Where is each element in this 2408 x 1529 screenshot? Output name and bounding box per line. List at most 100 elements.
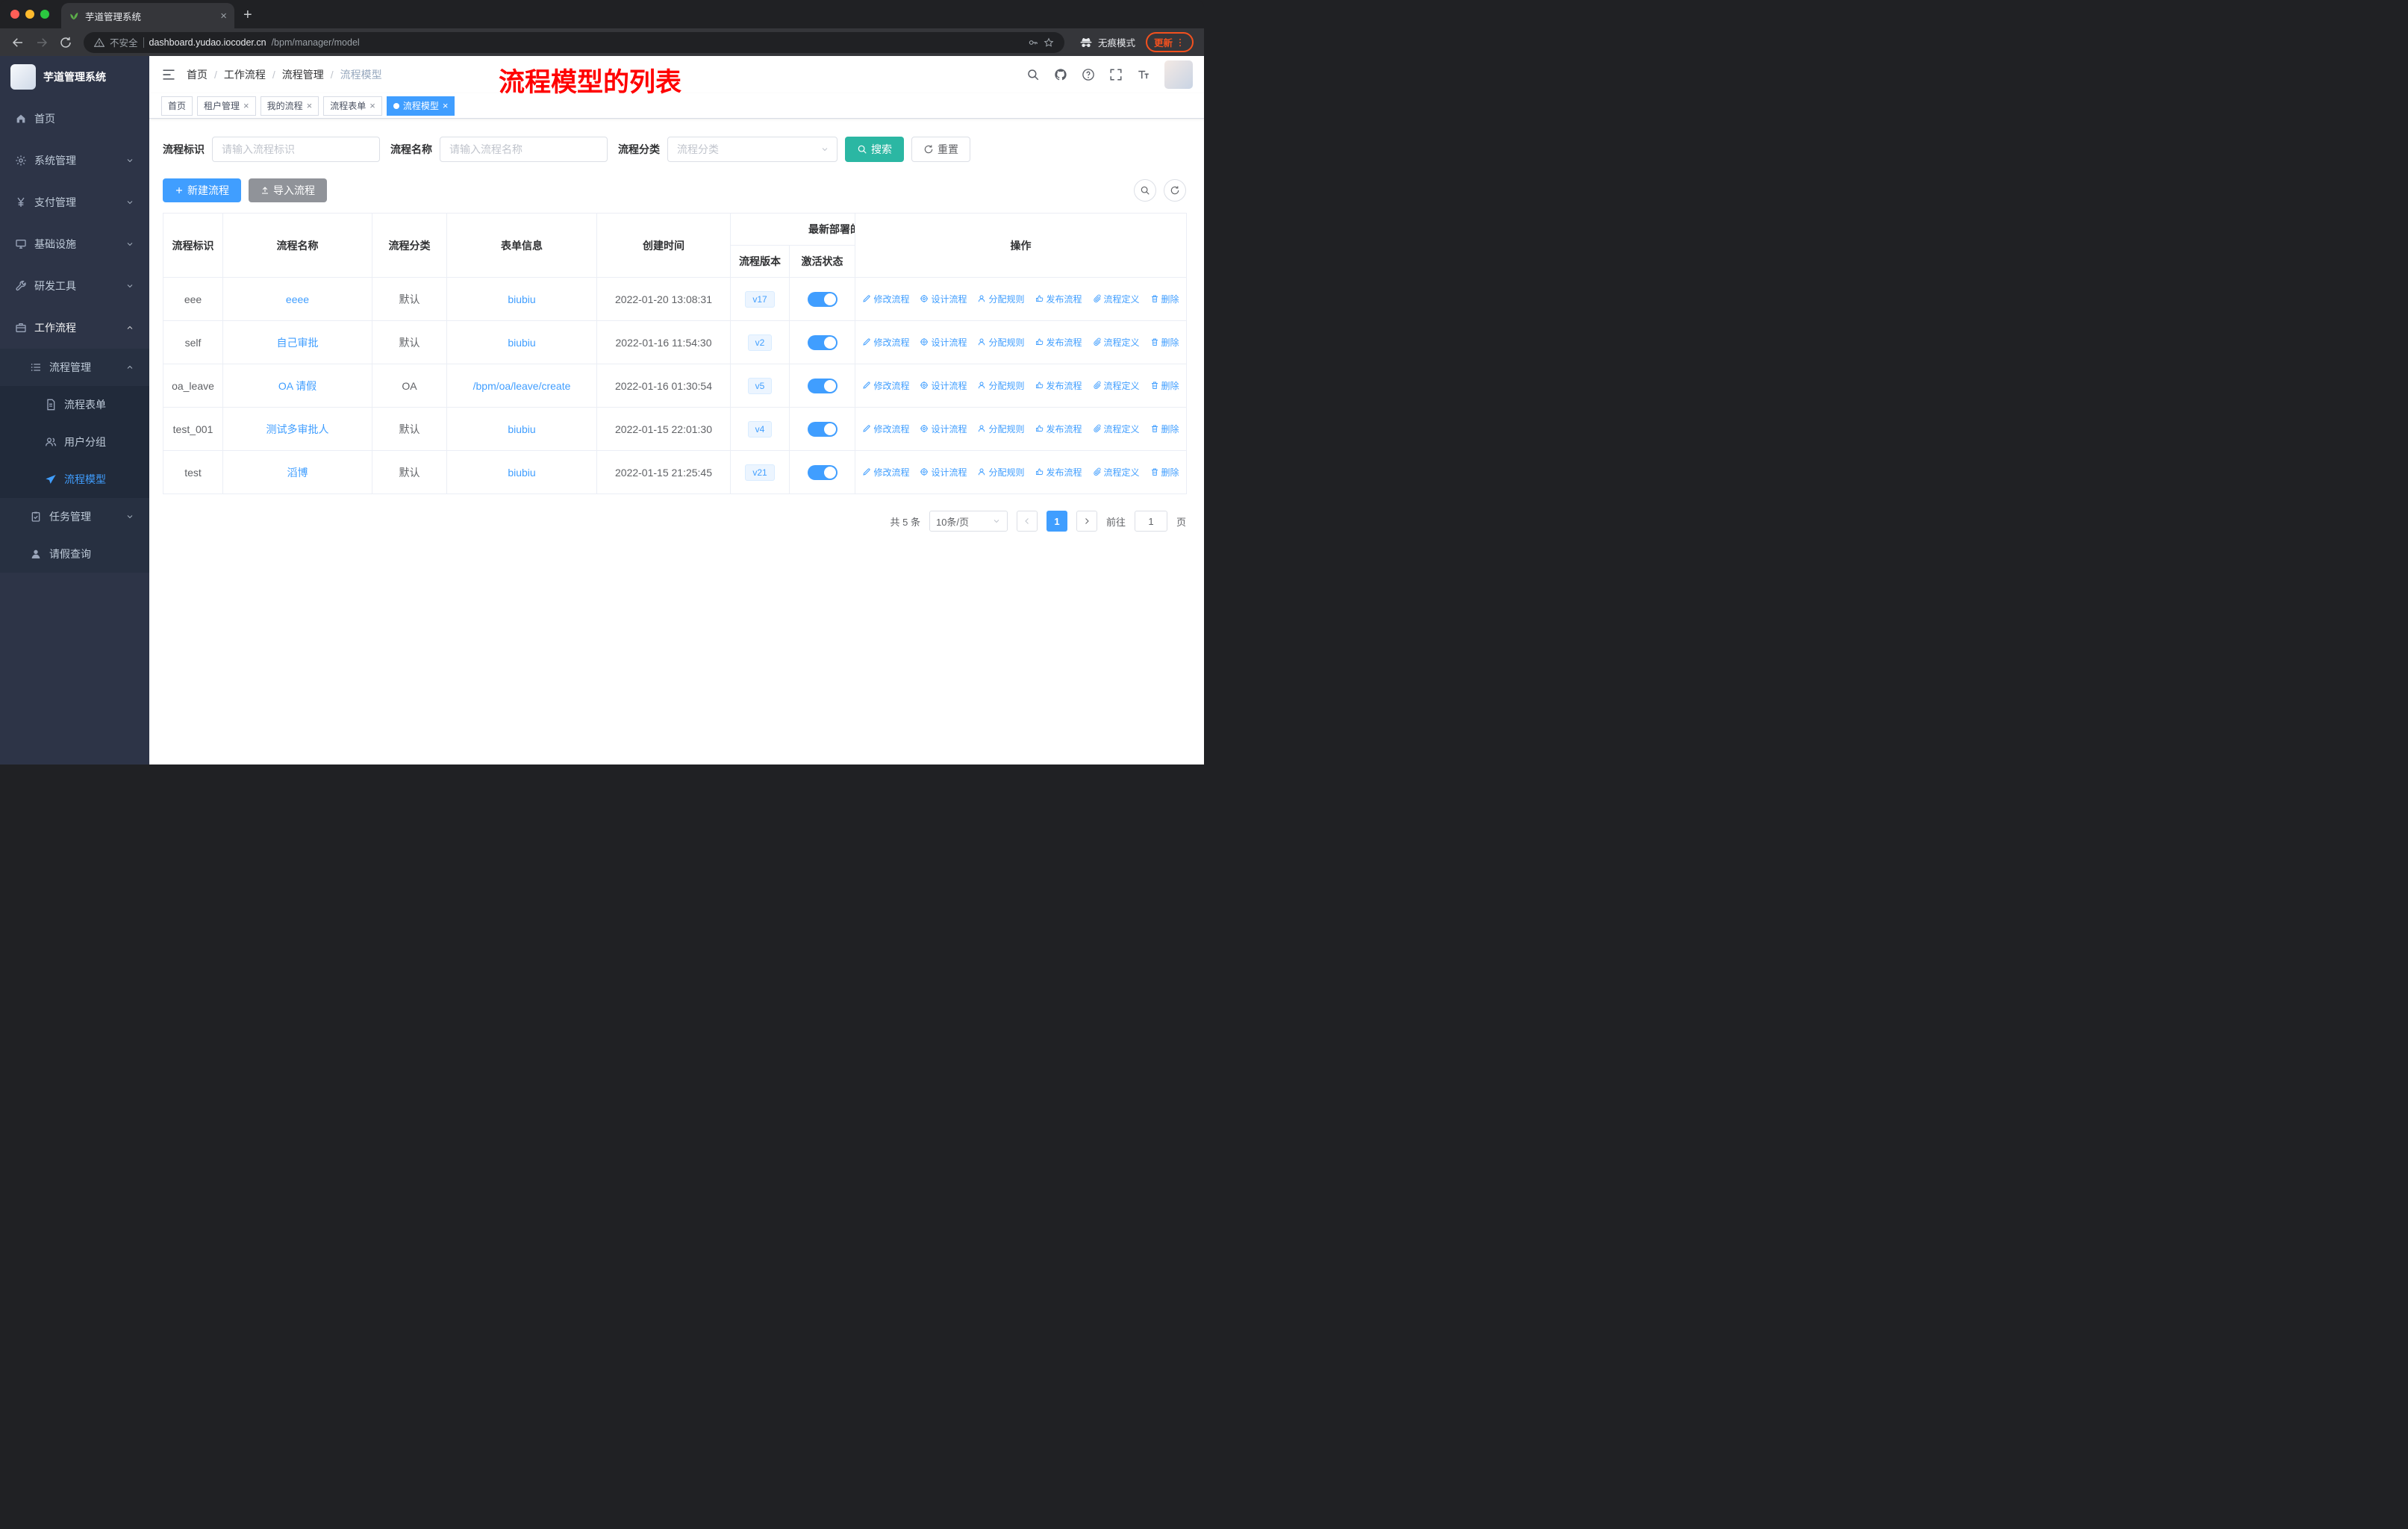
prev-page-button[interactable] bbox=[1016, 511, 1038, 532]
bookmark-star-icon[interactable] bbox=[1044, 37, 1054, 48]
sidebar-item-task-management[interactable]: 任务管理 bbox=[0, 498, 149, 535]
sidebar-item-workflow[interactable]: 工作流程 bbox=[0, 307, 149, 349]
tag-process-form[interactable]: 流程表单 × bbox=[323, 96, 382, 116]
goto-page-input[interactable] bbox=[1134, 511, 1167, 532]
breadcrumb-item[interactable]: 工作流程 bbox=[224, 67, 266, 82]
action-design-link[interactable]: 设计流程 bbox=[920, 379, 967, 392]
action-design-link[interactable]: 设计流程 bbox=[920, 293, 967, 305]
action-assign-link[interactable]: 分配规则 bbox=[977, 423, 1025, 435]
action-design-link[interactable]: 设计流程 bbox=[920, 423, 967, 435]
tag-my-process[interactable]: 我的流程 × bbox=[260, 96, 319, 116]
active-toggle[interactable] bbox=[807, 464, 838, 480]
sidebar-item-leave-query[interactable]: 请假查询 bbox=[0, 535, 149, 573]
sidebar-item-system[interactable]: 系统管理 bbox=[0, 140, 149, 181]
sidebar-item-process-form[interactable]: 流程表单 bbox=[0, 386, 149, 423]
action-delete-link[interactable]: 删除 bbox=[1150, 336, 1179, 349]
action-definition-link[interactable]: 流程定义 bbox=[1093, 379, 1140, 392]
github-icon[interactable] bbox=[1054, 68, 1067, 81]
version-tag[interactable]: v21 bbox=[745, 464, 775, 481]
action-design-link[interactable]: 设计流程 bbox=[920, 336, 967, 349]
sidebar-item-user-group[interactable]: 用户分组 bbox=[0, 423, 149, 461]
category-select[interactable]: 流程分类 bbox=[667, 137, 838, 162]
browser-menu-icon[interactable] bbox=[1175, 37, 1185, 48]
back-button[interactable] bbox=[7, 32, 28, 53]
search-icon[interactable] bbox=[1026, 68, 1040, 81]
toggle-search-button[interactable] bbox=[1134, 179, 1156, 202]
sidebar-item-payment[interactable]: 支付管理 bbox=[0, 181, 149, 223]
action-edit-link[interactable]: 修改流程 bbox=[862, 466, 909, 479]
version-tag[interactable]: v17 bbox=[745, 290, 775, 308]
page-size-select[interactable]: 10条/页 bbox=[929, 511, 1008, 532]
menu-fold-icon[interactable] bbox=[161, 67, 176, 82]
tag-close-icon[interactable]: × bbox=[443, 101, 449, 110]
process-name-link[interactable]: 自己审批 bbox=[277, 337, 319, 349]
tag-process-model[interactable]: 流程模型 × bbox=[386, 96, 455, 116]
password-key-icon[interactable] bbox=[1028, 37, 1038, 48]
action-assign-link[interactable]: 分配规则 bbox=[977, 293, 1025, 305]
sidebar-item-home[interactable]: 首页 bbox=[0, 98, 149, 140]
browser-tab-active[interactable]: 芋道管理系统 × bbox=[61, 3, 234, 28]
action-edit-link[interactable]: 修改流程 bbox=[862, 293, 909, 305]
version-tag[interactable]: v5 bbox=[747, 377, 773, 394]
font-size-icon[interactable] bbox=[1137, 68, 1150, 81]
action-publish-link[interactable]: 发布流程 bbox=[1035, 293, 1082, 305]
tag-home[interactable]: 首页 bbox=[161, 96, 193, 116]
active-toggle[interactable] bbox=[807, 421, 838, 437]
process-name-link[interactable]: eeee bbox=[286, 293, 309, 305]
action-assign-link[interactable]: 分配规则 bbox=[977, 379, 1025, 392]
page-1-button[interactable]: 1 bbox=[1046, 511, 1067, 532]
update-chrome-button[interactable]: 更新 bbox=[1145, 32, 1194, 52]
active-toggle[interactable] bbox=[807, 378, 838, 393]
form-info-link[interactable]: biubiu bbox=[508, 467, 535, 479]
tag-tenant-management[interactable]: 租户管理 × bbox=[197, 96, 256, 116]
reload-button[interactable] bbox=[55, 32, 76, 53]
sidebar-item-process-model[interactable]: 流程模型 bbox=[0, 461, 149, 498]
action-edit-link[interactable]: 修改流程 bbox=[862, 423, 909, 435]
action-definition-link[interactable]: 流程定义 bbox=[1093, 336, 1140, 349]
sidebar-logo[interactable]: 芋道管理系统 bbox=[0, 56, 149, 98]
address-bar[interactable]: 不安全 dashboard.yudao.iocoder.cn/bpm/manag… bbox=[84, 31, 1064, 53]
action-delete-link[interactable]: 删除 bbox=[1150, 379, 1179, 392]
action-edit-link[interactable]: 修改流程 bbox=[862, 379, 909, 392]
user-avatar[interactable] bbox=[1164, 60, 1193, 89]
breadcrumb-item[interactable]: 流程管理 bbox=[282, 67, 324, 82]
tag-close-icon[interactable]: × bbox=[369, 101, 375, 110]
create-process-button[interactable]: 新建流程 bbox=[163, 178, 241, 202]
refresh-table-button[interactable] bbox=[1164, 179, 1186, 202]
close-window-button[interactable] bbox=[10, 10, 19, 19]
process-name-link[interactable]: OA 请假 bbox=[278, 380, 316, 392]
process-id-input[interactable] bbox=[212, 137, 380, 162]
tag-close-icon[interactable]: × bbox=[243, 101, 249, 110]
process-name-input[interactable] bbox=[440, 137, 608, 162]
sidebar-item-process-management[interactable]: 流程管理 bbox=[0, 349, 149, 386]
help-icon[interactable] bbox=[1082, 68, 1095, 81]
action-delete-link[interactable]: 删除 bbox=[1150, 466, 1179, 479]
sidebar-item-dev-tools[interactable]: 研发工具 bbox=[0, 265, 149, 307]
active-toggle[interactable] bbox=[807, 334, 838, 350]
sidebar-item-infrastructure[interactable]: 基础设施 bbox=[0, 223, 149, 265]
new-tab-button[interactable]: + bbox=[234, 7, 261, 28]
form-info-link[interactable]: biubiu bbox=[508, 423, 535, 435]
action-publish-link[interactable]: 发布流程 bbox=[1035, 336, 1082, 349]
minimize-window-button[interactable] bbox=[25, 10, 34, 19]
next-page-button[interactable] bbox=[1076, 511, 1097, 532]
forward-button[interactable] bbox=[31, 32, 52, 53]
action-assign-link[interactable]: 分配规则 bbox=[977, 466, 1025, 479]
tag-close-icon[interactable]: × bbox=[307, 101, 313, 110]
import-process-button[interactable]: 导入流程 bbox=[249, 178, 327, 202]
fullscreen-icon[interactable] bbox=[1109, 68, 1123, 81]
action-assign-link[interactable]: 分配规则 bbox=[977, 336, 1025, 349]
search-button[interactable]: 搜索 bbox=[845, 137, 904, 162]
action-delete-link[interactable]: 删除 bbox=[1150, 423, 1179, 435]
form-info-link[interactable]: biubiu bbox=[508, 293, 535, 305]
zoom-window-button[interactable] bbox=[40, 10, 49, 19]
version-tag[interactable]: v4 bbox=[747, 420, 773, 437]
reset-button[interactable]: 重置 bbox=[911, 137, 970, 162]
action-definition-link[interactable]: 流程定义 bbox=[1093, 423, 1140, 435]
breadcrumb-item[interactable]: 首页 bbox=[187, 67, 208, 82]
action-definition-link[interactable]: 流程定义 bbox=[1093, 293, 1140, 305]
action-design-link[interactable]: 设计流程 bbox=[920, 466, 967, 479]
form-info-link[interactable]: biubiu bbox=[508, 337, 535, 349]
tab-close-icon[interactable]: × bbox=[220, 10, 227, 22]
version-tag[interactable]: v2 bbox=[747, 334, 773, 351]
